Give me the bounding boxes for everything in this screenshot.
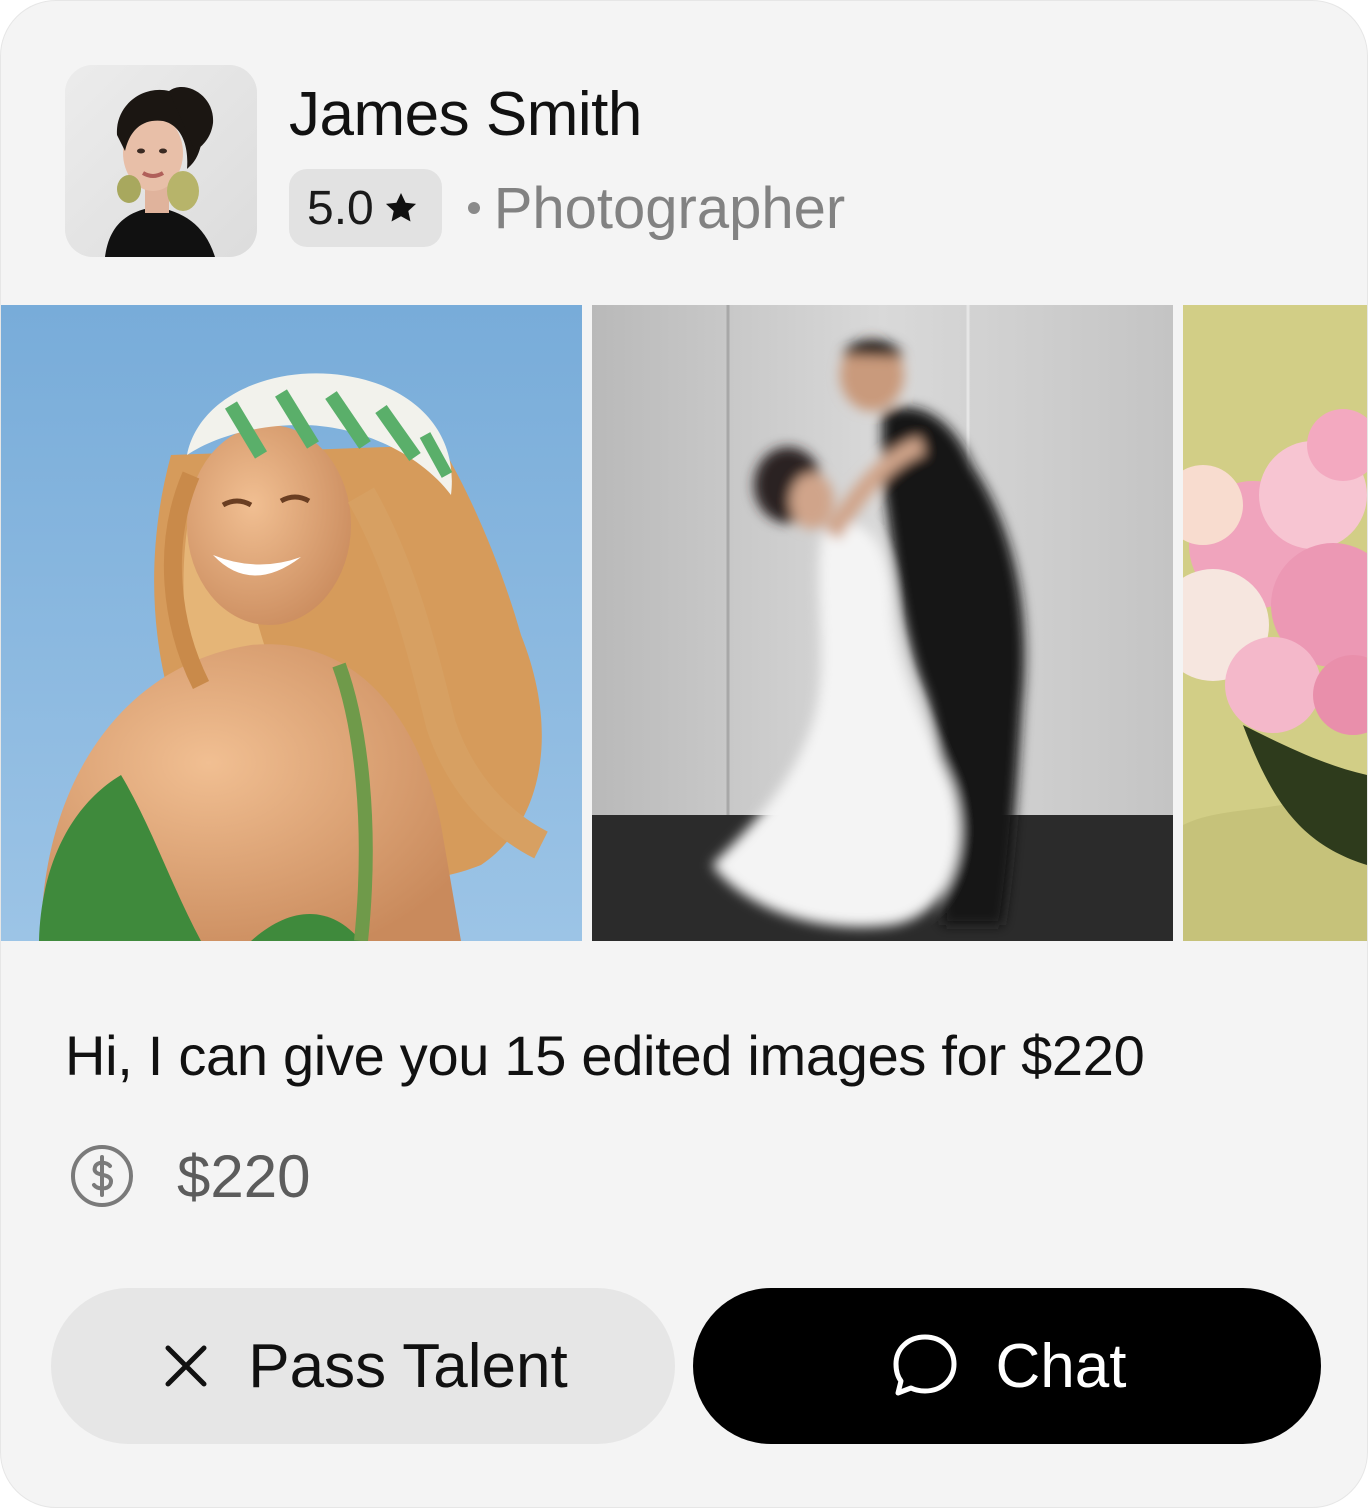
wedding-image xyxy=(592,305,1173,941)
portfolio-gallery[interactable] xyxy=(1,305,1367,941)
talent-name: James Smith xyxy=(289,80,642,149)
dollar-circle-icon xyxy=(71,1145,133,1207)
rating-badge: 5.0 xyxy=(289,169,442,247)
star-icon xyxy=(385,192,416,222)
avatar-photo xyxy=(65,65,257,257)
rating-value: 5.0 xyxy=(307,181,374,235)
avatar[interactable] xyxy=(65,65,257,257)
gallery-photo-wedding[interactable] xyxy=(592,305,1173,941)
gallery-photo-flowers[interactable] xyxy=(1183,305,1367,941)
chat-button[interactable]: Chat xyxy=(693,1288,1321,1444)
close-icon xyxy=(165,1345,207,1387)
talent-offer-card: James Smith 5.0 Photographer Hi, I can g… xyxy=(0,0,1368,1508)
chat-bubble-icon xyxy=(893,1334,957,1396)
portrait-image xyxy=(1,305,582,941)
talent-profession: Photographer xyxy=(493,175,846,241)
separator-dot xyxy=(467,202,480,214)
pass-talent-label: Pass Talent xyxy=(248,1331,568,1401)
offer-message: Hi, I can give you 15 edited images for … xyxy=(65,1024,1145,1087)
talent-meta: 5.0 Photographer xyxy=(289,169,845,247)
gallery-photo-portrait[interactable] xyxy=(1,305,582,941)
pass-talent-button[interactable]: Pass Talent xyxy=(51,1288,675,1444)
price-row: $220 xyxy=(69,1141,310,1211)
chat-label: Chat xyxy=(995,1331,1127,1401)
offer-price: $220 xyxy=(177,1142,311,1210)
flowers-image xyxy=(1183,305,1367,941)
